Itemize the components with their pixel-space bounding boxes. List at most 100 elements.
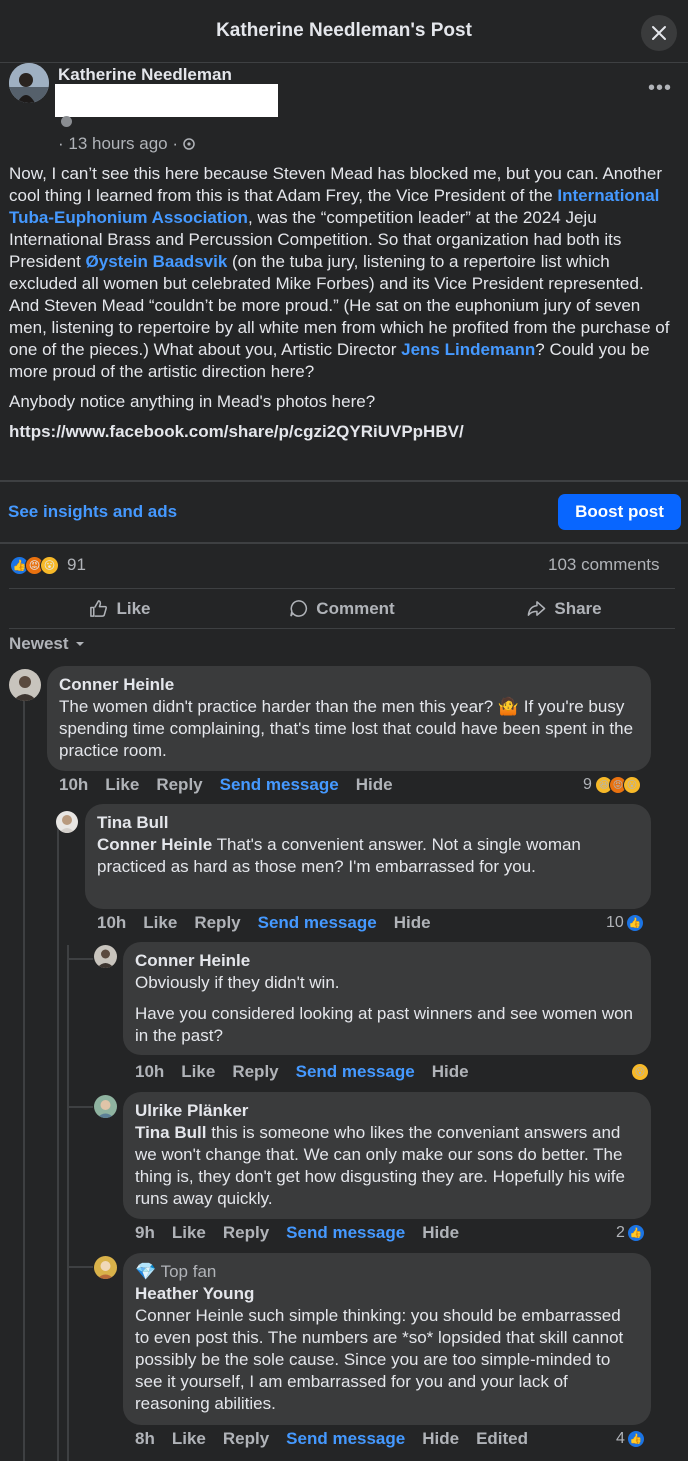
send-message-button[interactable]: Send message (286, 1429, 405, 1449)
thread-line (67, 945, 69, 1461)
send-message-button[interactable]: Send message (258, 913, 377, 933)
comment-like-button[interactable]: Like (105, 775, 139, 795)
comment-bubble: Ulrike Plänker Tina Bull this is someone… (123, 1092, 651, 1219)
author-avatar[interactable] (9, 63, 49, 103)
comment-reply-button[interactable]: Reply (223, 1223, 269, 1243)
diamond-icon: 💎 (135, 1262, 157, 1281)
commenter-name[interactable]: Conner Heinle (59, 674, 639, 696)
close-button[interactable] (641, 15, 677, 51)
mention[interactable]: Tina Bull (135, 1123, 206, 1142)
comment-text: Obviously if they didn't win. Have you c… (135, 973, 634, 1045)
post-paragraph-1: Now, I can’t see this here because Steve… (9, 164, 670, 381)
boost-post-button[interactable]: Boost post (558, 494, 681, 530)
comment-meta: 10h Like Reply Send message Hide (135, 1062, 469, 1082)
comment-text: Conner Heinle such simple thinking: you … (135, 1306, 624, 1413)
comment-button[interactable]: Comment (231, 589, 453, 628)
share-icon (528, 601, 546, 616)
comment-reactions[interactable]: 9 😆 😡 😮 (583, 776, 641, 794)
commenter-avatar[interactable] (94, 1095, 117, 1118)
reactions-summary[interactable]: 👍 😡 😮 91 (10, 555, 86, 575)
commenter-name[interactable]: Ulrike Plänker (135, 1100, 639, 1122)
thread-line (67, 958, 93, 960)
commenter-avatar[interactable] (94, 1256, 117, 1279)
comment-time[interactable]: 10h (59, 775, 88, 795)
link-jens[interactable]: Jens Lindemann (401, 340, 535, 359)
comment-reply-button[interactable]: Reply (232, 1062, 278, 1082)
share-button[interactable]: Share (453, 589, 675, 628)
send-message-button[interactable]: Send message (296, 1062, 415, 1082)
comment-bubble: 💎 Top fan Heather Young Conner Heinle su… (123, 1253, 651, 1425)
thumbs-up-icon (90, 600, 108, 617)
commenter-avatar[interactable] (9, 669, 41, 701)
comment-count[interactable]: 103 comments (548, 555, 660, 575)
post-dialog-header: Katherine Needleman's Post (0, 0, 688, 63)
comment-like-button[interactable]: Like (172, 1429, 206, 1449)
edited-label[interactable]: Edited (476, 1429, 528, 1449)
redacted-block (55, 84, 278, 117)
commenter-avatar[interactable] (56, 811, 78, 833)
commenter-avatar[interactable] (94, 945, 117, 968)
more-options-icon[interactable]: ••• (648, 77, 672, 100)
comment-reply-button[interactable]: Reply (156, 775, 202, 795)
post-url[interactable]: https://www.facebook.com/share/p/cgzi2QY… (9, 422, 464, 441)
commenter-name[interactable]: Heather Young (135, 1283, 639, 1305)
comment-bubble: Conner Heinle Obviously if they didn't w… (123, 942, 651, 1055)
hide-button[interactable]: Hide (394, 913, 431, 933)
link-oystein[interactable]: Øystein Baadsvik (86, 252, 228, 271)
comment-bubble: Conner Heinle The women didn't practice … (47, 666, 651, 771)
comment-time[interactable]: 8h (135, 1429, 155, 1449)
reaction-count: 91 (67, 555, 86, 574)
hide-button[interactable]: Hide (422, 1223, 459, 1243)
dialog-title: Katherine Needleman's Post (216, 20, 472, 41)
comment-reply-button[interactable]: Reply (223, 1429, 269, 1449)
close-icon (652, 26, 666, 40)
badge-icon (61, 116, 72, 127)
comment-reactions[interactable]: 4 👍 (616, 1430, 645, 1448)
thread-line (67, 1106, 93, 1108)
comment-reply-button[interactable]: Reply (194, 913, 240, 933)
thread-line (67, 1266, 93, 1268)
hide-button[interactable]: Hide (356, 775, 393, 795)
comment-time[interactable]: 10h (97, 913, 126, 933)
comment-bubble: Tina Bull Conner Heinle That's a conveni… (85, 804, 651, 909)
like-reaction-icon: 👍 (626, 1224, 645, 1242)
like-button[interactable]: Like (9, 589, 231, 628)
insights-link[interactable]: See insights and ads (8, 502, 177, 522)
post-author-name[interactable]: Katherine Needleman (58, 65, 232, 85)
comment-reactions[interactable]: 😮 (631, 1063, 649, 1081)
top-fan-badge: 💎 Top fan (135, 1262, 217, 1281)
comment-time[interactable]: 10h (135, 1062, 164, 1082)
comment-meta: 8h Like Reply Send message Hide Edited (135, 1429, 528, 1449)
thread-line (23, 700, 25, 1461)
thread-line (57, 820, 59, 1461)
post-paragraph-2: Anybody notice anything in Mead's photos… (9, 392, 376, 411)
divider (0, 542, 688, 544)
hide-button[interactable]: Hide (422, 1429, 459, 1449)
comment-text: Conner Heinle That's a convenient answer… (97, 835, 581, 876)
comment-text: The women didn't practice harder than th… (59, 697, 634, 760)
comment-meta: 9h Like Reply Send message Hide (135, 1223, 459, 1243)
wow-reaction-icon: 😮 (40, 555, 59, 575)
post-actions: Like Comment Share (9, 588, 675, 629)
send-message-button[interactable]: Send message (286, 1223, 405, 1243)
comment-icon (290, 600, 308, 617)
mention[interactable]: Conner Heinle (97, 835, 212, 854)
comment-meta: 10h Like Reply Send message Hide (97, 913, 431, 933)
commenter-name[interactable]: Tina Bull (97, 812, 639, 834)
comment-reactions[interactable]: 2 👍 (616, 1224, 645, 1242)
post-timestamp[interactable]: · 13 hours ago · (58, 134, 195, 154)
comment-like-button[interactable]: Like (181, 1062, 215, 1082)
comment-reactions[interactable]: 10 👍 (606, 914, 644, 932)
hide-button[interactable]: Hide (432, 1062, 469, 1082)
comment-meta: 10h Like Reply Send message Hide (59, 775, 393, 795)
globe-icon (183, 138, 195, 150)
comment-like-button[interactable]: Like (172, 1223, 206, 1243)
like-reaction-icon: 👍 (625, 914, 644, 932)
wow-reaction-icon: 😮 (631, 1063, 649, 1081)
comment-time[interactable]: 9h (135, 1223, 155, 1243)
send-message-button[interactable]: Send message (220, 775, 339, 795)
commenter-name[interactable]: Conner Heinle (135, 950, 639, 972)
comment-like-button[interactable]: Like (143, 913, 177, 933)
chevron-down-icon (75, 642, 84, 646)
comment-sort-dropdown[interactable]: Newest (9, 634, 85, 654)
